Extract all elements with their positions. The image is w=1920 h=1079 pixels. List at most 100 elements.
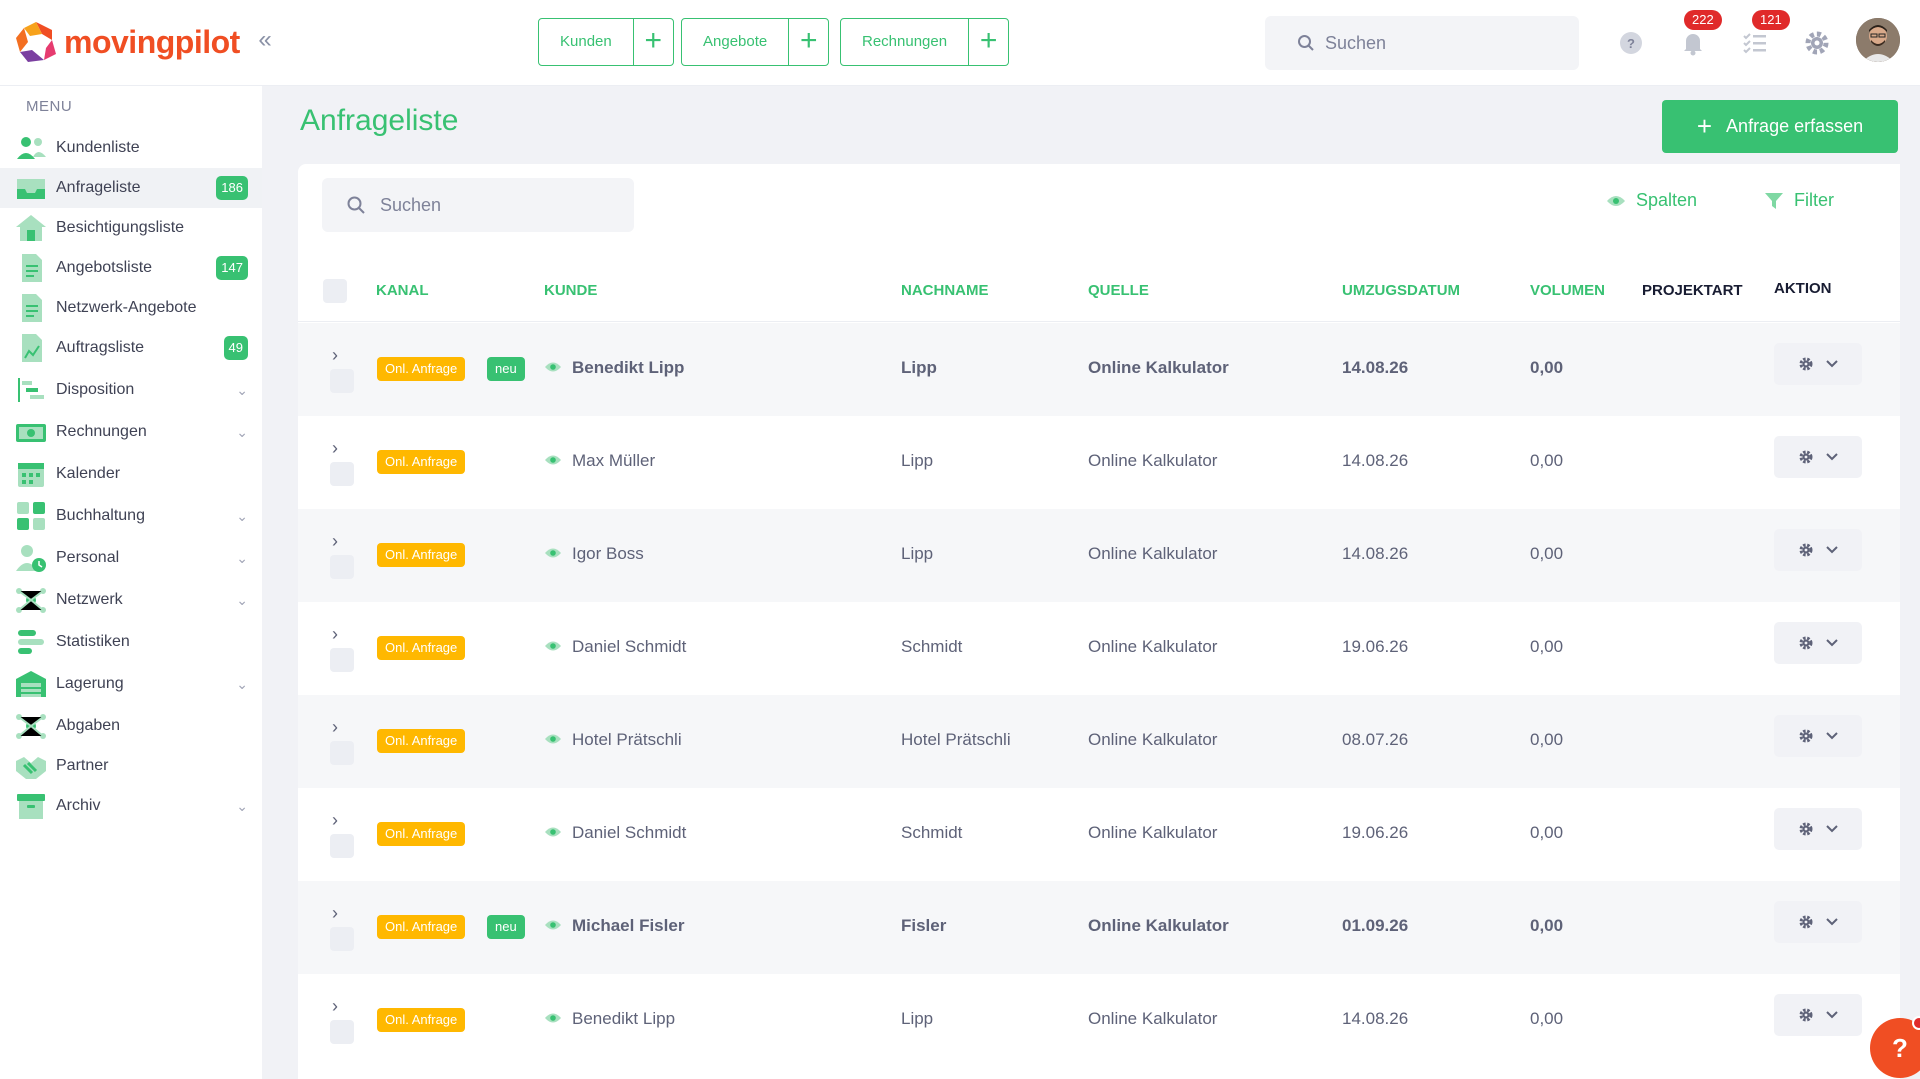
row-checkbox[interactable] <box>330 462 354 486</box>
row-action-button[interactable] <box>1774 529 1862 571</box>
row-checkbox[interactable] <box>330 741 354 765</box>
row-action-button[interactable] <box>1774 436 1862 478</box>
expand-row-chevron-icon[interactable]: › <box>332 810 338 831</box>
eye-icon[interactable] <box>544 640 562 652</box>
document-chart-icon <box>22 334 42 362</box>
eye-icon[interactable] <box>544 361 562 373</box>
tasks-icon[interactable] <box>1740 28 1770 58</box>
sidebar-item-rechnungen[interactable]: Rechnungen ⌄ <box>0 412 262 452</box>
quick-action-angebote-label[interactable]: Angebote <box>682 19 788 65</box>
table-row[interactable]: › Onl. Anfrage neu Benedikt Lipp Lipp On… <box>298 323 1900 416</box>
add-angebot-plus-icon[interactable]: + <box>788 19 828 65</box>
sidebar-item-partner[interactable]: Partner <box>0 746 262 786</box>
table-row[interactable]: › Onl. Anfrage Igor Boss Lipp Online Kal… <box>298 509 1900 602</box>
select-all-checkbox[interactable] <box>323 279 347 303</box>
row-checkbox[interactable] <box>330 1020 354 1044</box>
col-projektart[interactable]: PROJEKTART <box>1642 282 1743 299</box>
col-nachname[interactable]: NACHNAME <box>901 282 989 299</box>
chevron-down-icon[interactable]: ⌄ <box>236 550 248 567</box>
gear-icon[interactable] <box>1802 28 1832 58</box>
chevron-down-icon[interactable]: ⌄ <box>236 798 248 815</box>
global-search-input[interactable]: Suchen <box>1265 16 1579 70</box>
bell-icon[interactable] <box>1678 28 1708 58</box>
chevron-down-icon[interactable]: ⌄ <box>236 382 248 399</box>
sidebar-item-kalender[interactable]: Kalender <box>0 454 262 494</box>
row-checkbox[interactable] <box>330 555 354 579</box>
cell-kunde[interactable]: Benedikt Lipp <box>572 1009 675 1029</box>
add-request-button[interactable]: + Anfrage erfassen <box>1662 100 1898 153</box>
row-checkbox[interactable] <box>330 834 354 858</box>
expand-row-chevron-icon[interactable]: › <box>332 531 338 552</box>
add-rechnung-plus-icon[interactable]: + <box>968 19 1008 65</box>
cell-kunde[interactable]: Benedikt Lipp <box>572 358 684 378</box>
row-action-button[interactable] <box>1774 994 1862 1036</box>
table-row[interactable]: › Onl. Anfrage Hotel Prätschli Hotel Prä… <box>298 695 1900 788</box>
expand-row-chevron-icon[interactable]: › <box>332 624 338 645</box>
user-avatar[interactable] <box>1856 18 1900 62</box>
col-volumen[interactable]: VOLUMEN <box>1530 282 1605 299</box>
eye-icon[interactable] <box>544 547 562 559</box>
row-action-button[interactable] <box>1774 808 1862 850</box>
eye-icon[interactable] <box>544 919 562 931</box>
sidebar-item-buchhaltung[interactable]: Buchhaltung ⌄ <box>0 496 262 536</box>
chevron-down-icon[interactable]: ⌄ <box>236 424 248 441</box>
cell-kunde[interactable]: Daniel Schmidt <box>572 637 686 657</box>
sidebar-item-netzwerk[interactable]: Netzwerk ⌄ <box>0 580 262 620</box>
chevron-down-icon[interactable]: ⌄ <box>236 676 248 693</box>
eye-icon[interactable] <box>544 826 562 838</box>
col-kanal[interactable]: KANAL <box>376 282 429 299</box>
expand-row-chevron-icon[interactable]: › <box>332 717 338 738</box>
cell-kunde[interactable]: Max Müller <box>572 451 655 471</box>
table-row[interactable]: › Onl. Anfrage Benedikt Lipp Lipp Online… <box>298 974 1900 1067</box>
eye-icon[interactable] <box>544 1012 562 1024</box>
sidebar-item-archiv[interactable]: Archiv ⌄ <box>0 786 262 826</box>
col-kunde[interactable]: KUNDE <box>544 282 597 299</box>
sidebar-item-besichtigungsliste[interactable]: Besichtigungsliste <box>0 208 262 248</box>
chevron-down-icon[interactable]: ⌄ <box>236 508 248 525</box>
eye-icon[interactable] <box>544 733 562 745</box>
sidebar-item-netzwerk-angebote[interactable]: Netzwerk-Angebote <box>0 288 262 328</box>
table-row[interactable]: › Onl. Anfrage Daniel Schmidt Schmidt On… <box>298 788 1900 881</box>
expand-row-chevron-icon[interactable]: › <box>332 438 338 459</box>
sidebar-item-personal[interactable]: Personal ⌄ <box>0 538 262 578</box>
help-icon[interactable]: ? <box>1616 28 1646 58</box>
row-action-button[interactable] <box>1774 715 1862 757</box>
eye-icon[interactable] <box>544 454 562 466</box>
cell-kunde[interactable]: Daniel Schmidt <box>572 823 686 843</box>
filter-button[interactable]: Filter <box>1764 190 1834 211</box>
cell-kunde[interactable]: Hotel Prätschli <box>572 730 682 750</box>
sidebar-item-disposition[interactable]: Disposition ⌄ <box>0 370 262 410</box>
table-row[interactable]: › Onl. Anfrage Max Müller Lipp Online Ka… <box>298 416 1900 509</box>
chevron-down-icon[interactable]: ⌄ <box>236 592 248 609</box>
row-checkbox[interactable] <box>330 648 354 672</box>
table-search-input[interactable]: Suchen <box>322 178 634 232</box>
row-checkbox[interactable] <box>330 369 354 393</box>
quick-action-kunden-label[interactable]: Kunden <box>539 19 633 65</box>
sidebar-item-abgaben[interactable]: Abgaben <box>0 706 262 746</box>
collapse-sidebar-button[interactable]: « <box>252 28 278 54</box>
row-action-button[interactable] <box>1774 622 1862 664</box>
chevron-down-icon <box>1826 732 1838 740</box>
row-checkbox[interactable] <box>330 927 354 951</box>
row-action-button[interactable] <box>1774 343 1862 385</box>
expand-row-chevron-icon[interactable]: › <box>332 345 338 366</box>
quick-action-rechnungen-label[interactable]: Rechnungen <box>841 19 968 65</box>
logo[interactable]: movingpilot <box>14 20 240 64</box>
sidebar-item-lagerung[interactable]: Lagerung ⌄ <box>0 664 262 704</box>
columns-button[interactable]: Spalten <box>1606 190 1697 211</box>
expand-row-chevron-icon[interactable]: › <box>332 996 338 1017</box>
col-quelle[interactable]: QUELLE <box>1088 282 1149 299</box>
sidebar-item-angebotsliste[interactable]: Angebotsliste 147 <box>0 248 262 288</box>
sidebar-item-kundenliste[interactable]: Kundenliste <box>0 128 262 168</box>
cell-kunde[interactable]: Michael Fisler <box>572 916 684 936</box>
sidebar-item-anfrageliste[interactable]: Anfrageliste 186 <box>0 168 262 208</box>
table-row[interactable]: › Onl. Anfrage neu Michael Fisler Fisler… <box>298 881 1900 974</box>
cell-kunde[interactable]: Igor Boss <box>572 544 644 564</box>
add-kunde-plus-icon[interactable]: + <box>632 19 673 65</box>
sidebar-item-statistiken[interactable]: Statistiken <box>0 622 262 662</box>
row-action-button[interactable] <box>1774 901 1862 943</box>
table-row[interactable]: › Onl. Anfrage Daniel Schmidt Schmidt On… <box>298 602 1900 695</box>
expand-row-chevron-icon[interactable]: › <box>332 903 338 924</box>
sidebar-item-auftragsliste[interactable]: Auftragsliste 49 <box>0 328 262 368</box>
col-umzugsdatum[interactable]: UMZUGSDATUM <box>1342 282 1460 299</box>
